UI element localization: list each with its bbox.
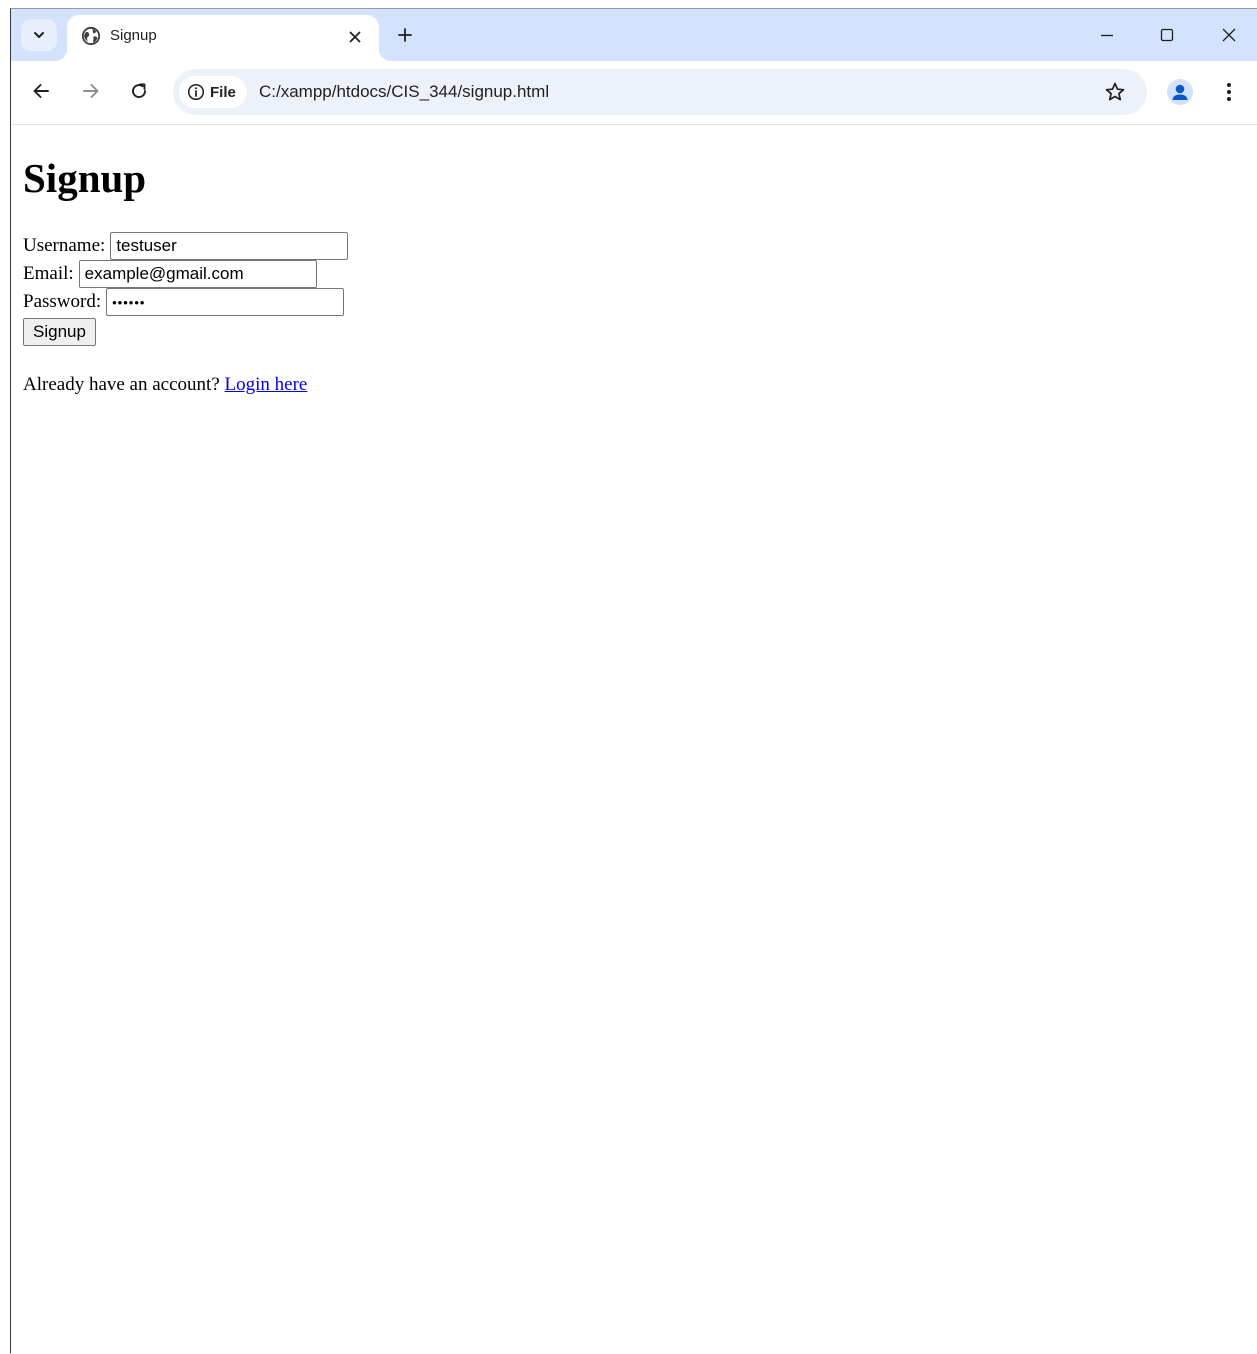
- page-content: Signup Username: Email: Password: Signup…: [11, 126, 1257, 1354]
- site-info-chip[interactable]: File: [179, 76, 247, 108]
- bookmark-button[interactable]: [1101, 78, 1129, 106]
- tab-strip: Signup: [11, 9, 1257, 61]
- username-row: Username:: [23, 232, 349, 260]
- login-link[interactable]: Login here: [225, 374, 308, 395]
- tab-close-button[interactable]: [343, 25, 367, 49]
- site-chip-label: File: [210, 83, 236, 101]
- arrow-right-icon: [83, 84, 99, 98]
- profile-button[interactable]: [1167, 79, 1193, 105]
- username-input[interactable]: [110, 232, 349, 260]
- maximize-button[interactable]: [1145, 19, 1189, 51]
- close-icon: [1222, 28, 1236, 42]
- plus-icon: [398, 28, 412, 42]
- minimize-icon: [1101, 34, 1113, 37]
- person-icon: [1172, 84, 1188, 100]
- email-label: Email:: [23, 263, 74, 284]
- address-bar[interactable]: File C:/xampp/htdocs/CIS_344/signup.html: [173, 69, 1147, 115]
- close-icon: [349, 31, 361, 43]
- window-close-button[interactable]: [1207, 19, 1251, 51]
- new-tab-button[interactable]: [391, 21, 419, 49]
- browser-toolbar: File C:/xampp/htdocs/CIS_344/signup.html: [11, 61, 1257, 125]
- browser-window: Signup File C:/xampp/htdocs/CIS_344/sign…: [10, 8, 1257, 1354]
- forward-button[interactable]: [77, 77, 105, 105]
- signup-button[interactable]: Signup: [23, 318, 96, 346]
- back-button[interactable]: [27, 77, 55, 105]
- arrow-left-icon: [33, 84, 49, 98]
- star-icon: [1105, 82, 1125, 101]
- username-label: Username:: [23, 235, 106, 256]
- email-input[interactable]: [78, 260, 317, 288]
- email-row: Email:: [23, 260, 317, 288]
- login-prompt-line: Already have an account? Login here: [23, 374, 307, 396]
- reload-icon: [132, 83, 146, 98]
- chevron-down-icon: [34, 32, 44, 38]
- tab-title: Signup: [110, 27, 157, 44]
- browser-menu-button[interactable]: [1217, 78, 1241, 106]
- tab-signup[interactable]: Signup: [67, 15, 379, 61]
- password-input[interactable]: [106, 288, 345, 316]
- minimize-button[interactable]: [1085, 19, 1129, 51]
- page-title: Signup: [23, 155, 147, 201]
- maximize-icon: [1160, 28, 1174, 42]
- url-text[interactable]: C:/xampp/htdocs/CIS_344/signup.html: [259, 82, 549, 102]
- reload-button[interactable]: [125, 77, 153, 105]
- login-prompt-text: Already have an account?: [23, 374, 220, 395]
- kebab-menu-icon: [1227, 83, 1231, 101]
- globe-icon: [81, 26, 101, 46]
- tab-search-button[interactable]: [21, 19, 57, 51]
- info-icon: [187, 83, 205, 101]
- password-row: Password:: [23, 288, 345, 316]
- password-label: Password:: [23, 291, 102, 312]
